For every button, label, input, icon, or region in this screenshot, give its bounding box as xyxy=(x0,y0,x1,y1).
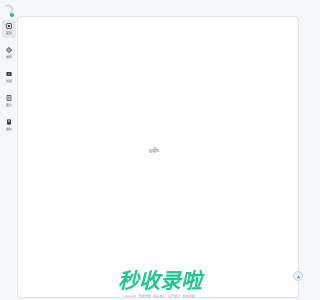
sidebar: 首页 推荐 视频 图片 福利 xyxy=(2,18,16,300)
video-icon xyxy=(6,71,12,77)
sidebar-item-label: 推荐 xyxy=(5,55,12,59)
sidebar-item-video[interactable]: 视频 xyxy=(2,68,16,86)
brand-title: 秒收录啦 xyxy=(118,269,202,293)
spinner-icon xyxy=(151,140,157,153)
sidebar-item-images[interactable]: 图片 xyxy=(2,92,16,110)
sidebar-item-recommend[interactable]: 推荐 xyxy=(2,44,16,62)
sidebar-item-label: 首页 xyxy=(5,31,12,35)
loading-text: 加载中 xyxy=(148,149,160,153)
back-to-top-button[interactable] xyxy=(293,271,303,281)
gift-icon xyxy=(6,119,12,125)
sidebar-item-welfare[interactable]: 福利 xyxy=(2,116,16,134)
loading-indicator: 加载中 xyxy=(144,140,164,154)
sidebar-item-label: 图片 xyxy=(5,103,12,107)
sidebar-item-label: 视频 xyxy=(5,79,12,83)
main-panel: 加载中 秒收录啦 Copyright · 秒收录啦 · 联系我们 · 关于我们 … xyxy=(17,16,303,298)
compass-icon xyxy=(6,47,12,53)
home-flag-icon xyxy=(6,23,12,29)
sidebar-item-home[interactable]: 首页 xyxy=(2,20,16,38)
document-icon xyxy=(6,95,12,101)
arrow-up-icon xyxy=(296,267,301,285)
footer-text: Copyright · 秒收录啦 · 联系我们 · 关于我们 · 网站地图 xyxy=(123,294,195,298)
app-logo-icon[interactable] xyxy=(4,4,16,18)
sidebar-item-label: 福利 xyxy=(5,127,12,131)
